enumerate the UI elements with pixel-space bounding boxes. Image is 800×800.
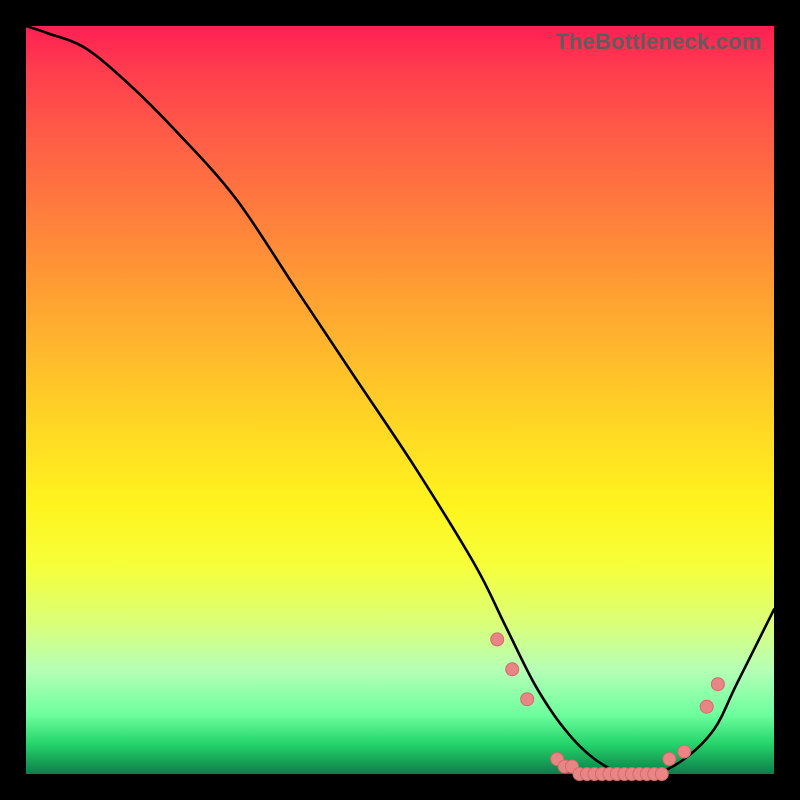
trough-dot [655,768,668,781]
trough-dots-group [491,633,725,781]
trough-dot [603,768,616,781]
trough-dot [588,768,601,781]
trough-dot [596,768,609,781]
plot-area: TheBottleneck.com [26,26,774,774]
attribution-watermark: TheBottleneck.com [556,29,762,55]
trough-dot [711,678,724,691]
trough-dot [521,693,534,706]
trough-dot [678,745,691,758]
trough-dot [566,760,579,773]
chart-stage: TheBottleneck.com [0,0,800,800]
trough-dot [581,768,594,781]
trough-dot [491,633,504,646]
trough-dot [610,768,623,781]
trough-dot [618,768,631,781]
trough-dot [625,768,638,781]
trough-dot [633,768,646,781]
chart-svg [26,26,774,774]
trough-dot [506,663,519,676]
trough-dot [551,753,564,766]
trough-dot [648,768,661,781]
trough-dot [640,768,653,781]
trough-dot [573,768,586,781]
trough-dot [663,753,676,766]
trough-dot [558,760,571,773]
bottleneck-curve-path [26,26,774,776]
trough-dot [700,700,713,713]
